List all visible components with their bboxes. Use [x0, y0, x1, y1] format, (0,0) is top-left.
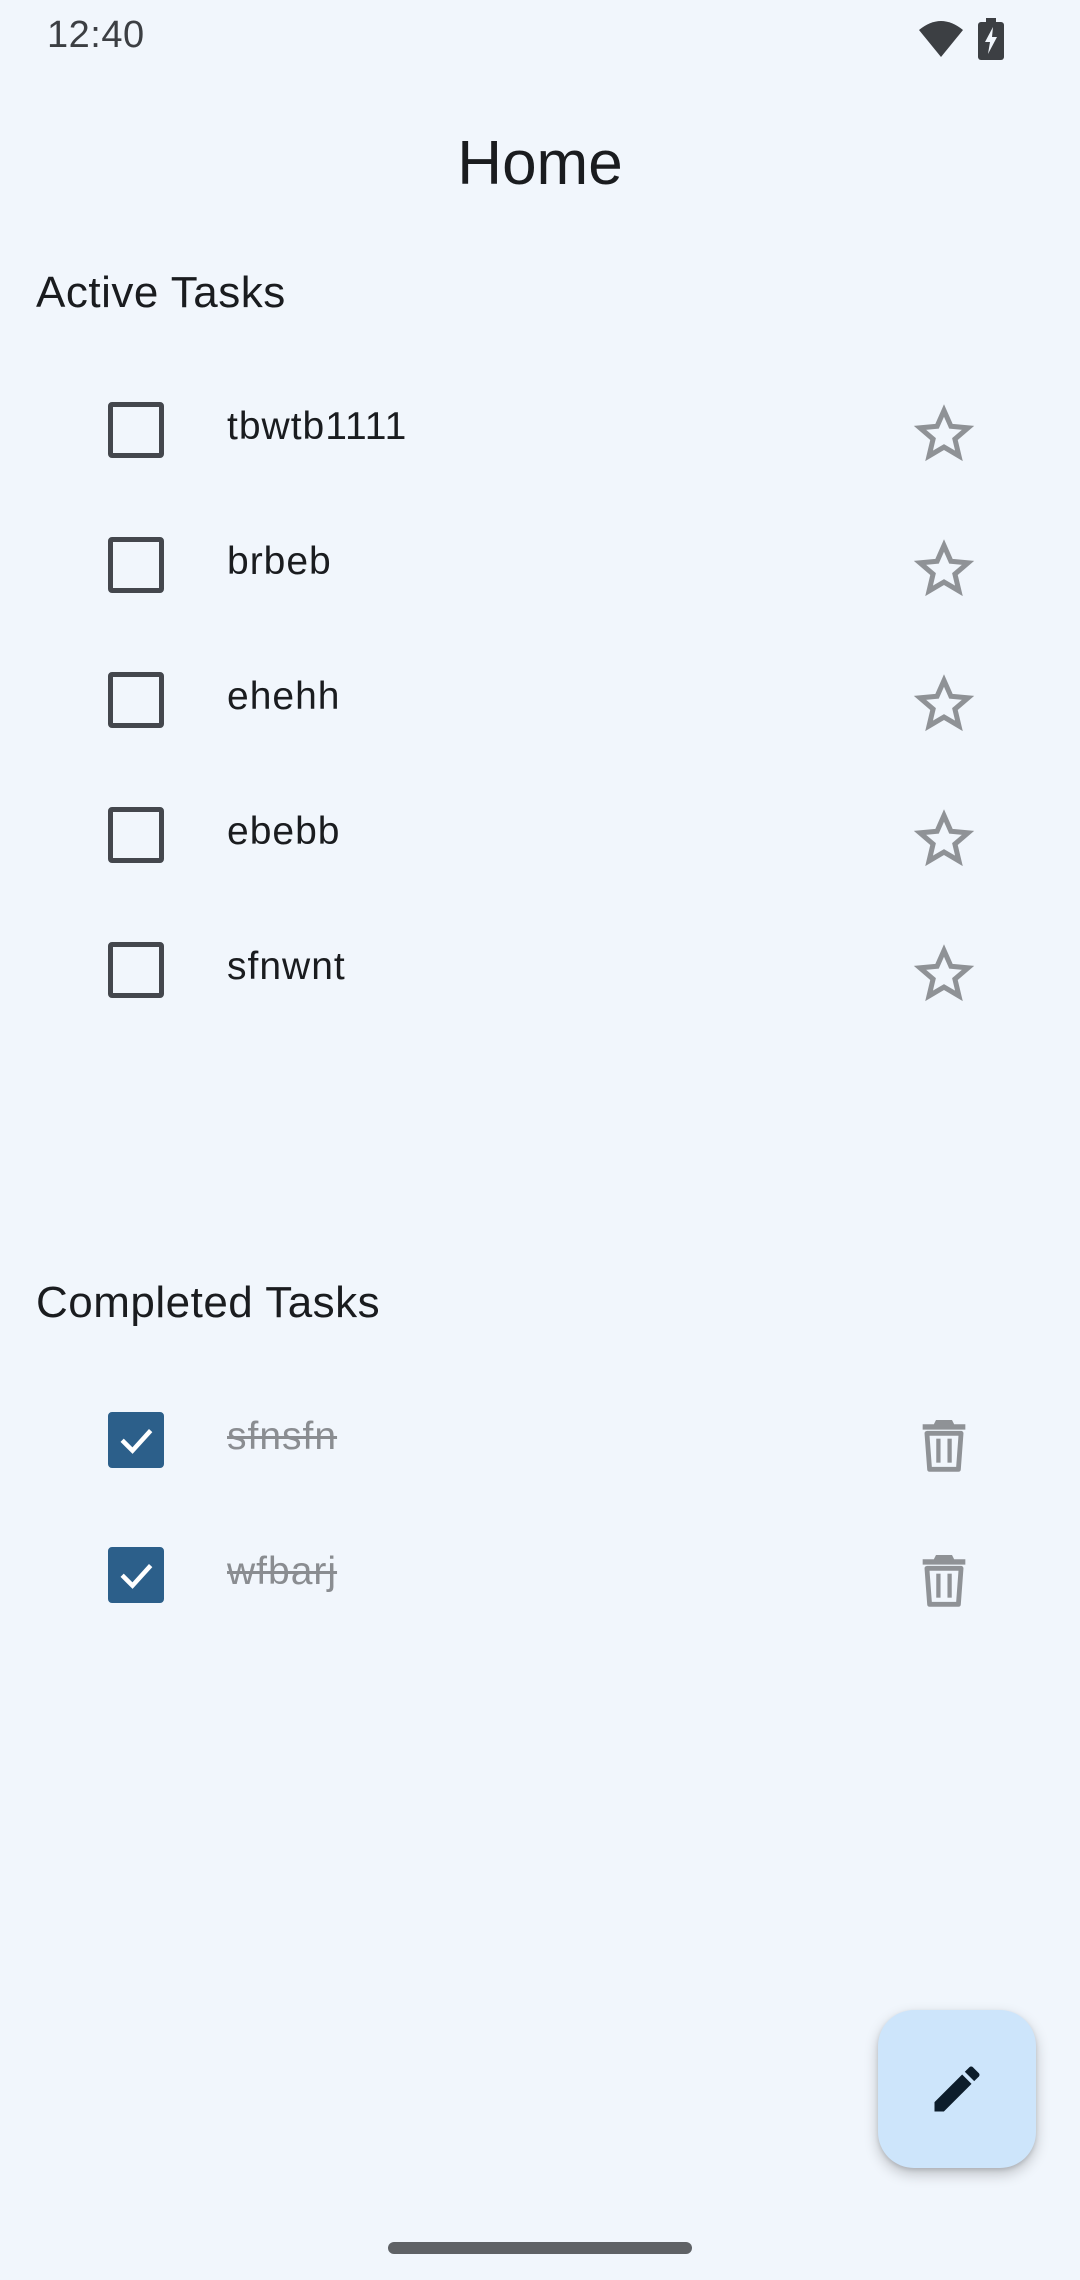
star-outline-icon[interactable] [912, 807, 976, 871]
task-row: sfnwnt [0, 905, 1080, 1035]
checkmark-icon [120, 1429, 153, 1454]
task-checkbox-checked[interactable] [108, 1547, 164, 1603]
status-time: 12:40 [47, 14, 145, 56]
task-row: wfbarj [0, 1510, 1080, 1640]
checkmark-icon [120, 1564, 153, 1589]
task-label-completed[interactable]: wfbarj [227, 1550, 337, 1594]
trash-icon[interactable] [912, 1412, 976, 1476]
task-checkbox[interactable] [108, 672, 164, 728]
task-row: ebebb [0, 770, 1080, 900]
active-tasks-heading: Active Tasks [36, 268, 286, 317]
star-outline-icon[interactable] [912, 402, 976, 466]
task-checkbox[interactable] [108, 402, 164, 458]
wifi-icon [919, 21, 963, 57]
star-outline-icon[interactable] [912, 537, 976, 601]
star-outline-icon[interactable] [912, 672, 976, 736]
task-row: ehehh [0, 635, 1080, 765]
task-label[interactable]: sfnwnt [227, 945, 346, 989]
star-outline-icon[interactable] [912, 942, 976, 1006]
task-row: sfnsfn [0, 1375, 1080, 1505]
page-title: Home [457, 129, 623, 198]
status-bar: 12:40 [0, 0, 1080, 80]
trash-icon[interactable] [912, 1547, 976, 1611]
task-checkbox[interactable] [108, 942, 164, 998]
home-gesture-bar[interactable] [388, 2242, 692, 2254]
task-label[interactable]: ehehh [227, 675, 340, 719]
task-label[interactable]: tbwtb1111 [227, 405, 407, 449]
edit-pencil-icon [934, 2066, 980, 2112]
task-row: tbwtb1111 [0, 365, 1080, 495]
task-label[interactable]: brbeb [227, 540, 332, 584]
task-checkbox[interactable] [108, 807, 164, 863]
task-label-completed[interactable]: sfnsfn [227, 1415, 337, 1459]
task-checkbox-checked[interactable] [108, 1412, 164, 1468]
battery-charging-icon [978, 18, 1004, 60]
task-checkbox[interactable] [108, 537, 164, 593]
task-label[interactable]: ebebb [227, 810, 340, 854]
edit-fab-button[interactable] [878, 2010, 1036, 2168]
task-row: brbeb [0, 500, 1080, 630]
completed-tasks-heading: Completed Tasks [36, 1278, 381, 1327]
